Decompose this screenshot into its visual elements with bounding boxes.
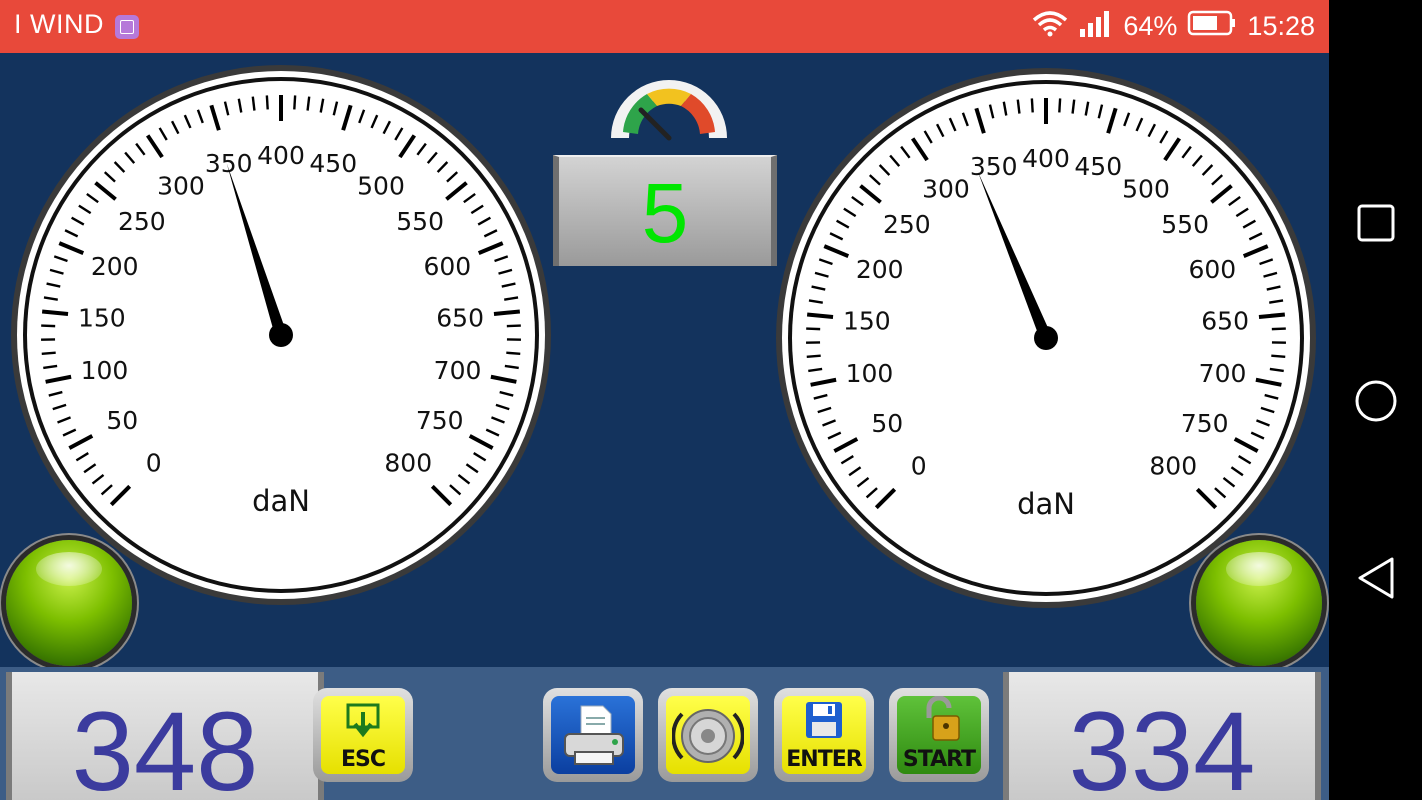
left-gauge-scale-label: 50: [106, 406, 138, 435]
printer-icon: [564, 705, 624, 765]
start-button[interactable]: START: [889, 688, 989, 782]
left-gauge-scale-label: 750: [416, 406, 464, 435]
right-readout: 334: [1003, 672, 1321, 800]
left-gauge-scale-label: 0: [146, 448, 162, 477]
right-gauge-needle-hub: [1034, 326, 1058, 350]
left-readout-value: 348: [71, 689, 259, 800]
print-button[interactable]: [543, 688, 643, 782]
right-gauge-scale-label: 750: [1181, 409, 1229, 438]
right-gauge-scale-label: 0: [911, 451, 927, 480]
right-gauge-scale-label: 800: [1149, 451, 1197, 480]
left-gauge-unit-label: daN: [252, 484, 310, 518]
settings-button[interactable]: [658, 688, 758, 782]
wifi-icon: [1031, 9, 1069, 44]
esc-button[interactable]: ESC: [313, 688, 413, 782]
right-gauge-scale-label: 50: [871, 409, 903, 438]
right-force-gauge: 0 50 100 150 200 250 300350 400 450500 550 600 650 7…: [776, 68, 1316, 608]
right-gauge-scale-label: 400: [1022, 144, 1070, 173]
left-gauge-scale-label: 100: [81, 356, 129, 385]
exit-arrow-icon: [346, 703, 380, 738]
left-gauge-tick: [41, 351, 56, 356]
right-gauge-scale-label: 150: [843, 306, 891, 335]
left-gauge-scale-label: 800: [384, 448, 432, 477]
left-gauge-tick: [493, 309, 521, 317]
left-gauge-scale-label: 200: [91, 252, 139, 281]
left-gauge-scale-label: 650: [436, 303, 484, 332]
left-readout: 348: [6, 672, 324, 800]
right-gauge-scale-label: 300: [922, 174, 970, 203]
right-status-led: [1196, 540, 1322, 666]
right-gauge-scale-label: 200: [856, 255, 904, 284]
enter-button[interactable]: ENTER: [774, 688, 874, 782]
right-gauge-tick: [1058, 98, 1062, 113]
right-gauge-tick: [1271, 354, 1286, 359]
status-bar: I WIND 64% 15:28: [0, 0, 1329, 53]
left-gauge-tick: [41, 324, 56, 328]
left-gauge-tick: [41, 309, 69, 317]
left-gauge-tick: [293, 95, 297, 110]
left-gauge-tick: [506, 351, 521, 356]
speedometer-icon: [611, 80, 727, 141]
right-gauge-tick: [1271, 327, 1286, 331]
recent-apps-icon[interactable]: [1329, 203, 1422, 243]
center-display: 5: [553, 155, 777, 266]
back-icon[interactable]: [1329, 556, 1422, 600]
right-gauge-scale-label: 450: [1074, 152, 1122, 181]
left-gauge-scale-label: 300: [157, 171, 205, 200]
left-gauge-scale-label: 600: [423, 252, 471, 281]
left-gauge-scale-label: 350: [205, 149, 253, 178]
signal-icon: [1079, 9, 1113, 44]
left-gauge-scale-label: 250: [118, 207, 166, 236]
left-gauge-needle-hub: [269, 323, 293, 347]
right-gauge-scale-label: 700: [1199, 359, 1247, 388]
right-readout-value: 334: [1068, 689, 1256, 800]
left-gauge-scale-label: 500: [357, 171, 405, 200]
left-gauge-scale-label: 450: [309, 149, 357, 178]
left-gauge-scale-label: 550: [396, 207, 444, 236]
right-gauge-scale-label: 550: [1161, 210, 1209, 239]
clock: 15:28: [1247, 11, 1315, 41]
left-gauge-scale-label: 400: [257, 141, 305, 170]
left-gauge-tick: [265, 95, 269, 110]
right-gauge-scale-label: 100: [846, 359, 894, 388]
app-name: I WIND: [14, 9, 104, 39]
right-gauge-scale-label: 600: [1188, 255, 1236, 284]
left-gauge-scale-label: 700: [434, 356, 482, 385]
left-status-led: [6, 540, 132, 666]
right-gauge-tick: [806, 327, 821, 331]
save-disk-icon: [806, 702, 842, 738]
right-gauge-tick: [806, 354, 821, 359]
battery-icon: [1187, 9, 1237, 44]
battery-percentage: 64%: [1123, 11, 1178, 41]
left-gauge-tick: [306, 96, 311, 111]
left-gauge-scale-label: 150: [78, 303, 126, 332]
right-gauge-scale-label: 650: [1201, 306, 1249, 335]
right-gauge-scale-label: 350: [970, 152, 1018, 181]
right-gauge-scale-label: 250: [883, 210, 931, 239]
center-display-value: 5: [641, 166, 689, 260]
right-gauge-tick: [1258, 312, 1286, 320]
right-gauge-tick: [806, 312, 834, 320]
esc-button-label: ESC: [340, 747, 386, 772]
right-gauge-scale-label: 500: [1122, 174, 1170, 203]
left-gauge-tick: [251, 96, 256, 111]
right-gauge-tick: [1030, 98, 1034, 113]
enter-button-label: ENTER: [786, 747, 862, 772]
home-icon[interactable]: [1329, 379, 1422, 423]
right-gauge-tick: [1071, 99, 1076, 114]
unlocked-padlock-icon: [926, 696, 960, 741]
gallery-notification-icon: [115, 15, 139, 39]
right-gauge-unit-label: daN: [1017, 487, 1075, 521]
left-force-gauge: 0 50 100 150 200 250 300350 400 450500 550 600 650 7…: [11, 65, 551, 605]
wheel-icon: [672, 709, 744, 763]
navigation-bar: [1329, 0, 1422, 800]
start-button-label: START: [902, 747, 976, 772]
right-gauge-tick: [1016, 99, 1021, 114]
left-gauge-tick: [506, 324, 521, 328]
